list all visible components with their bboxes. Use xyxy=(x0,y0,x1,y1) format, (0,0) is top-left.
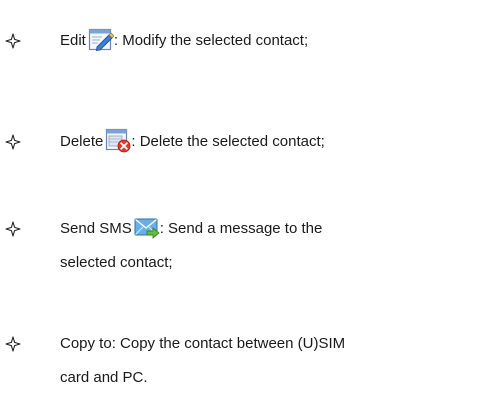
edit-icon xyxy=(88,26,115,52)
copy-to-line-2: card and PC. xyxy=(60,369,148,386)
send-sms-text: Send SMS : Send a message to the selecte… xyxy=(60,212,470,280)
copy-to-text: Copy to: Copy the contact between (U)SIM… xyxy=(60,327,470,395)
send-sms-line-2: selected contact; xyxy=(60,254,173,271)
copy-to-line-1: Copy to: Copy the contact between (U)SIM xyxy=(60,335,346,352)
delete-text: Delete : Delete the selected contact; xyxy=(60,125,470,159)
delete-icon xyxy=(105,127,131,153)
send-sms-line-1: Send SMS : Send a message to the xyxy=(60,212,470,246)
help-page: { "bullet_symbol": "\u2727", "items": [ … xyxy=(0,0,480,411)
delete-label: Delete xyxy=(60,133,104,150)
edit-label: Edit xyxy=(60,32,86,49)
send-sms-icon xyxy=(134,214,160,240)
bullet-star-icon xyxy=(4,220,22,238)
send-sms-label: Send SMS xyxy=(60,220,132,237)
delete-description: : Delete the selected contact; xyxy=(131,133,325,150)
send-sms-description: : Send a message to the xyxy=(159,220,323,237)
edit-text: Edit : Modify the selected contact; xyxy=(60,24,470,58)
bullet-star-icon xyxy=(4,32,22,50)
bullet-star-icon xyxy=(4,133,22,151)
edit-description: : Modify the selected contact; xyxy=(113,32,309,49)
bullet-star-icon xyxy=(4,335,22,353)
